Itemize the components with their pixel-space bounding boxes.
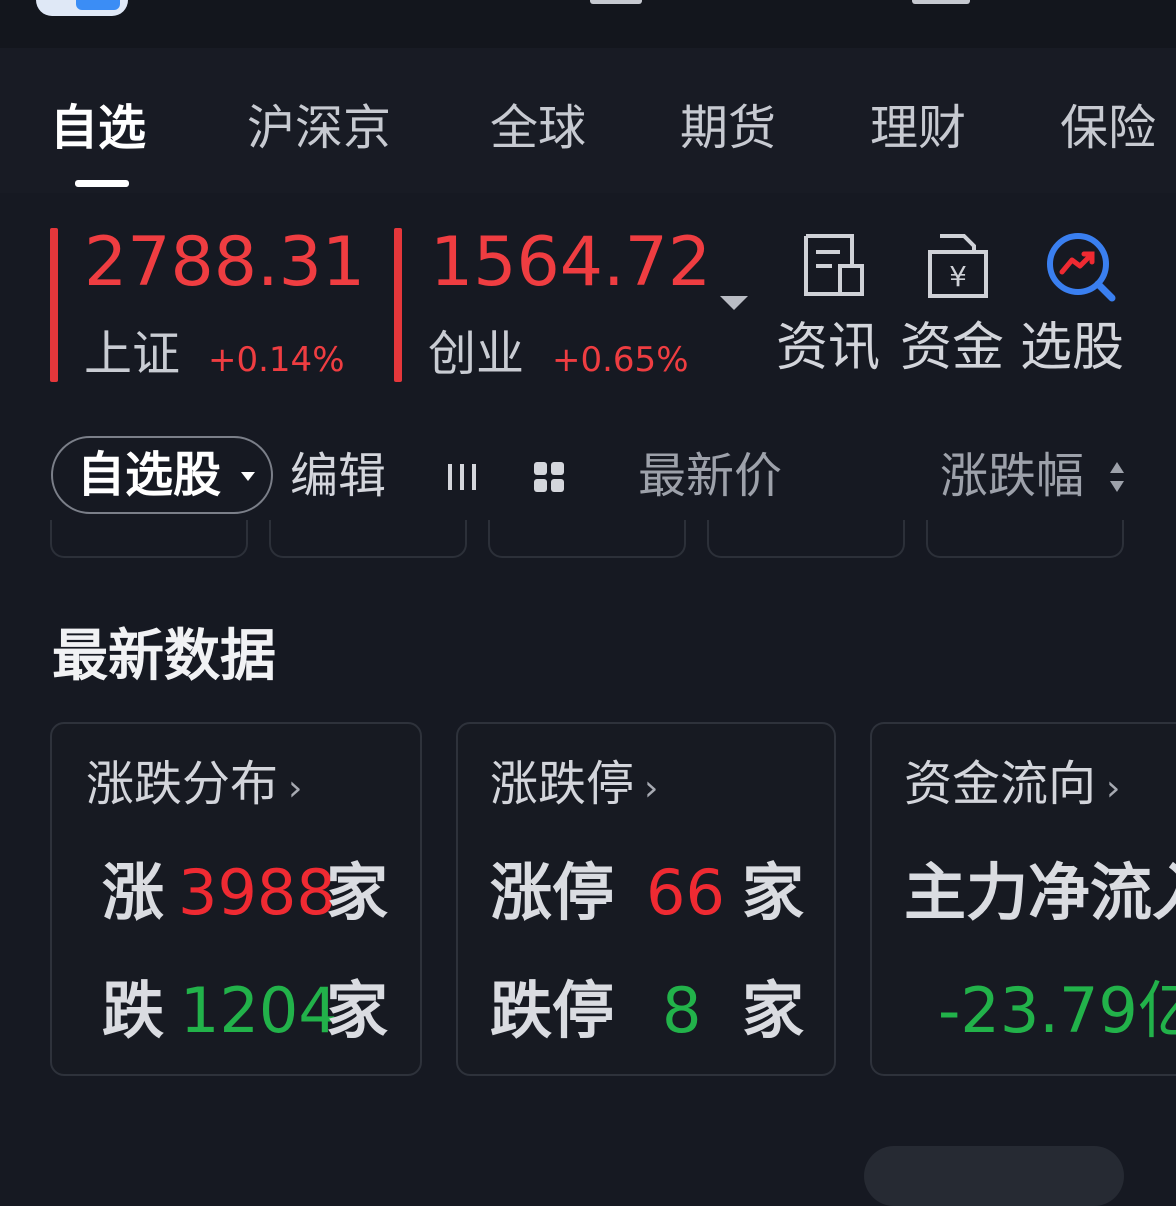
group-label: 自选股: [77, 447, 222, 503]
tool-stock-picker-label[interactable]: 选股: [1020, 318, 1124, 378]
logo-badge: [76, 0, 120, 10]
card-title-text: 涨跌分布: [86, 756, 279, 812]
card-title-text: 涨跌停: [490, 756, 635, 812]
top-icon-stub: [912, 0, 970, 4]
card-title: 涨跌停 ›: [490, 754, 658, 819]
watchlist-card-stub[interactable]: [926, 520, 1124, 558]
limit-down-count: 8: [662, 974, 702, 1047]
tab-global[interactable]: 全球: [490, 98, 586, 158]
svg-text:¥: ¥: [949, 260, 967, 293]
watchlist-card-stub[interactable]: [488, 520, 686, 558]
main-net-inflow-value: -23.79亿: [938, 974, 1176, 1047]
up-count: 3988: [178, 856, 336, 929]
unit-label: 家: [326, 856, 389, 929]
tab-insurance[interactable]: 保险: [1060, 98, 1156, 158]
watchlist-card-stub[interactable]: [707, 520, 905, 558]
watchlist-card-stub[interactable]: [269, 520, 467, 558]
card-rise-fall-distribution[interactable]: 涨跌分布 › 涨 3988 家 跌 1204 家: [50, 722, 422, 1076]
unit-label: 家: [326, 974, 389, 1047]
trend-search-icon[interactable]: [1044, 232, 1118, 302]
card-title-text: 资金流向: [904, 756, 1097, 812]
watchlist-group-selector[interactable]: 自选股: [51, 436, 273, 514]
edit-button[interactable]: 编辑: [290, 448, 386, 504]
top-icon-stub: [590, 0, 642, 4]
down-count: 1204: [180, 974, 338, 1047]
index-name: 创业: [428, 326, 525, 382]
up-label: 涨: [102, 856, 165, 929]
app-logo[interactable]: [36, 0, 128, 16]
chevron-right-icon: ›: [1106, 768, 1121, 809]
watchlist-card-stub[interactable]: [50, 520, 248, 558]
index-change: +0.14%: [208, 340, 345, 380]
column-change-percent[interactable]: 涨跌幅: [940, 448, 1084, 504]
tool-capital-label[interactable]: 资金: [900, 318, 1004, 378]
index-accent-bar: [50, 228, 58, 382]
sort-icon[interactable]: [1108, 460, 1126, 494]
top-bar: [0, 0, 1176, 48]
group-caret-icon: [241, 472, 255, 481]
index-value: 2788.31: [84, 223, 366, 302]
chevron-right-icon: ›: [288, 768, 303, 809]
tab-watchlist[interactable]: 自选: [50, 98, 146, 158]
card-limit-up-down[interactable]: 涨跌停 › 涨停 66 家 跌停 8 家: [456, 722, 836, 1076]
bottom-switch-pill[interactable]: [864, 1146, 1124, 1206]
document-icon[interactable]: [800, 232, 868, 298]
limit-down-label: 跌停: [490, 974, 615, 1047]
chevron-right-icon: ›: [644, 768, 659, 809]
grid-view-icon[interactable]: [532, 460, 566, 494]
card-title: 资金流向 ›: [904, 754, 1120, 819]
tab-futures[interactable]: 期货: [680, 98, 776, 158]
market-tabs: 自选 沪深京 全球 期货 理财 保险: [0, 48, 1176, 193]
unit-label: 家: [742, 856, 805, 929]
limit-up-count: 66: [646, 856, 725, 929]
active-tab-indicator: [75, 180, 129, 187]
card-capital-flow[interactable]: 资金流向› 主力净流入 -23.79亿: [870, 722, 1176, 1076]
tab-shanghai-shenzhen-beijing[interactable]: 沪深京: [247, 98, 391, 158]
tool-news-label[interactable]: 资讯: [776, 318, 880, 378]
limit-up-label: 涨停: [490, 856, 615, 929]
index-value: 1564.72: [430, 223, 712, 302]
unit-label: 家: [742, 974, 805, 1047]
list-view-icon[interactable]: [446, 460, 480, 494]
down-label: 跌: [102, 974, 165, 1047]
index-accent-bar: [394, 228, 402, 382]
yuan-document-icon[interactable]: ¥: [926, 232, 992, 300]
main-net-inflow-label: 主力净流入: [904, 856, 1176, 929]
tab-wealth[interactable]: 理财: [870, 98, 966, 158]
index-name: 上证: [84, 326, 181, 382]
card-title: 涨跌分布 ›: [86, 754, 302, 819]
index-expand-caret-icon[interactable]: [720, 296, 748, 310]
index-change: +0.65%: [552, 340, 689, 380]
column-latest-price[interactable]: 最新价: [638, 448, 782, 504]
section-title: 最新数据: [52, 624, 276, 689]
